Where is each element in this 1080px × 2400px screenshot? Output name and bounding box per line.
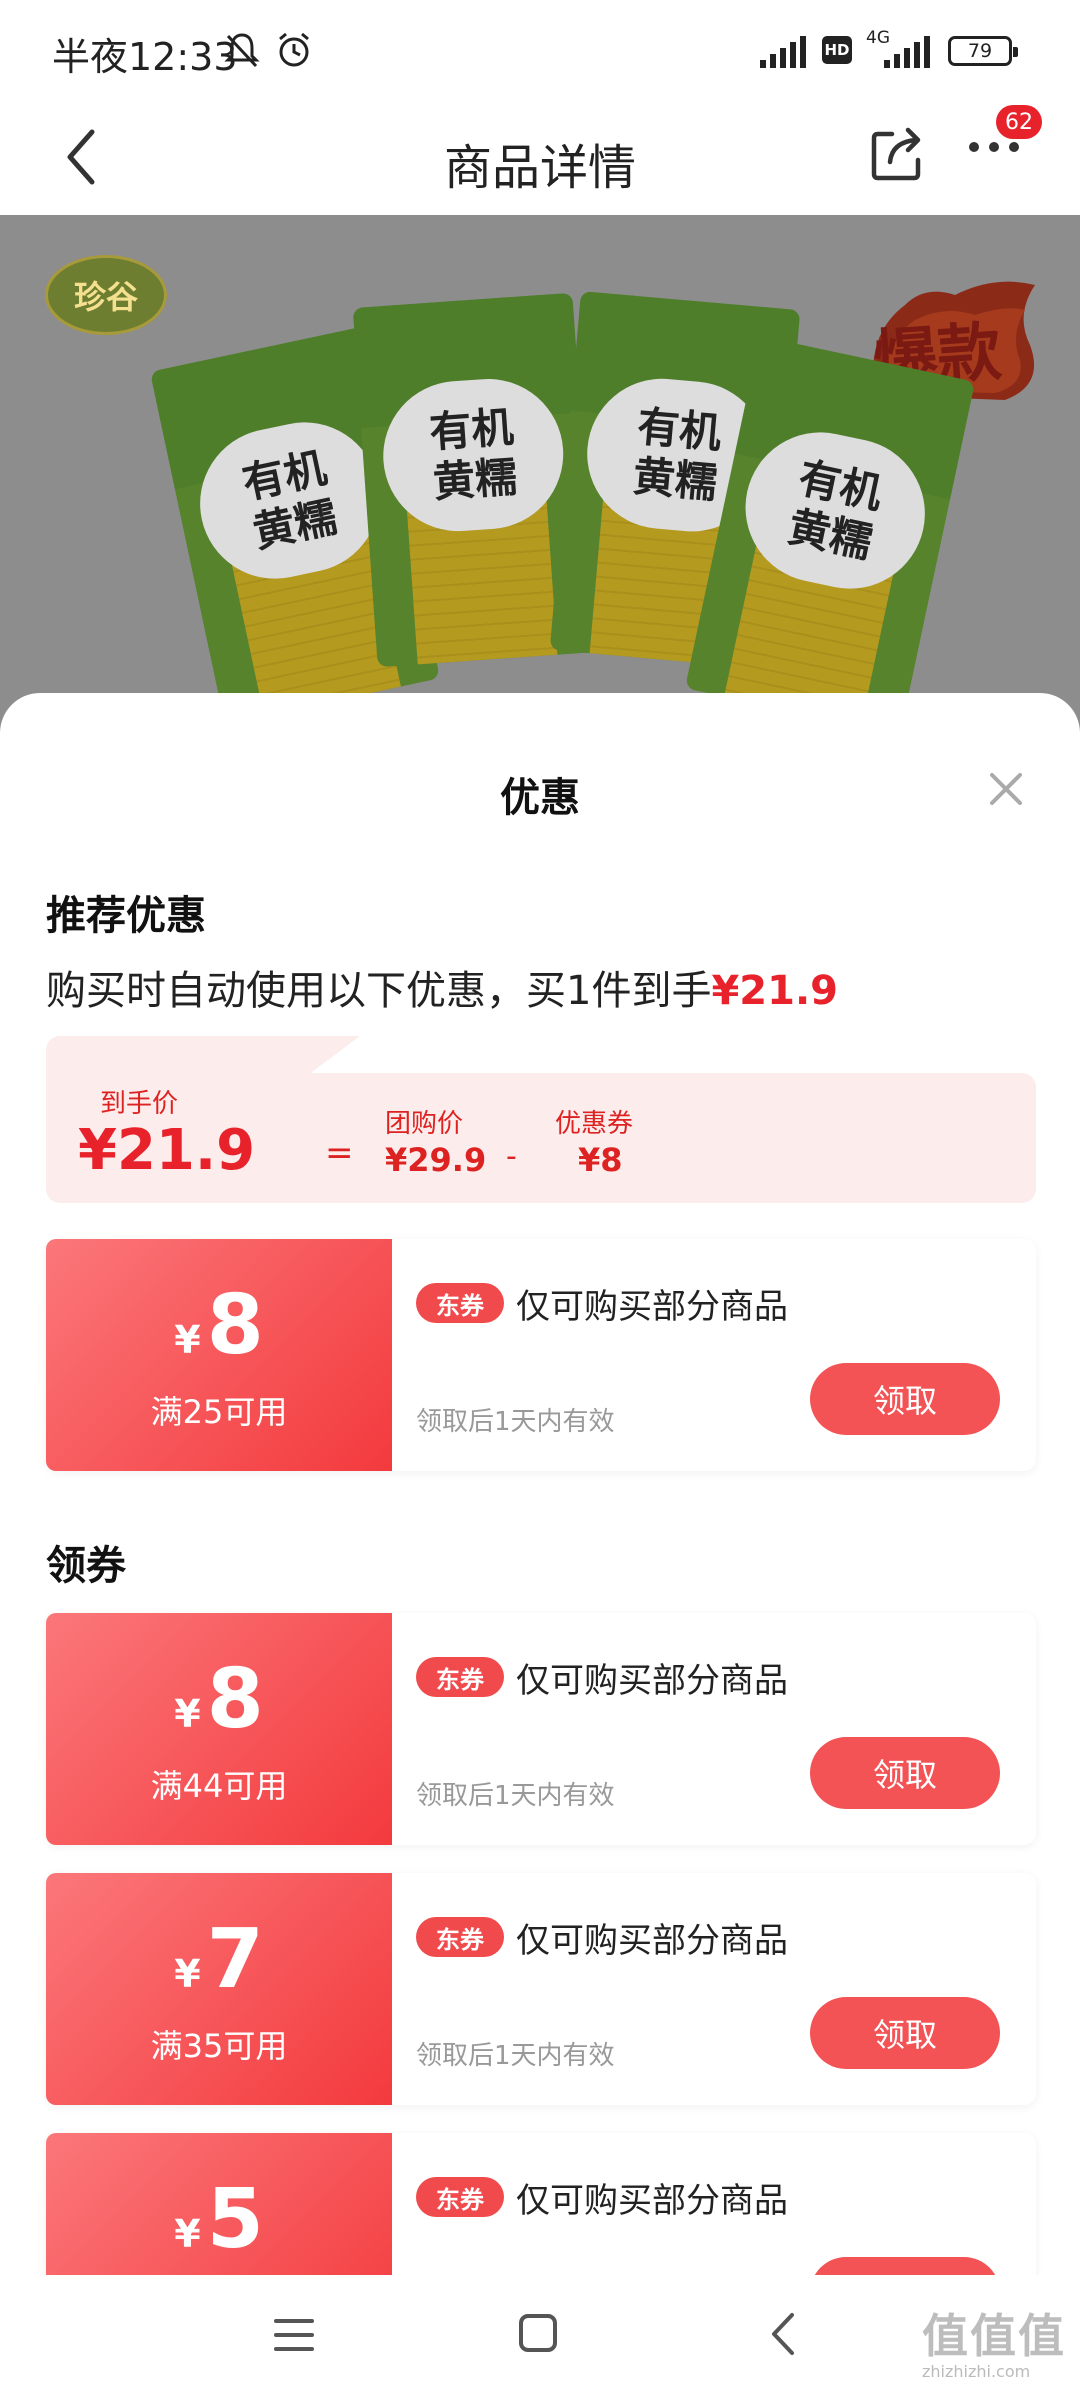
coupon-amount-value: 5: [206, 2172, 264, 2267]
final-price-label: 到手价: [100, 1089, 179, 1119]
coupon-type-tag: 东券: [416, 2177, 504, 2217]
coupon-description: 仅可购买部分商品: [516, 2181, 788, 2221]
group-price-label: 团购价: [385, 1109, 464, 1139]
claim-coupon-button[interactable]: 领取: [810, 2257, 1000, 2275]
group-price: ¥29.9: [385, 1141, 487, 1179]
coupon-value-panel: ¥8 满25可用: [46, 1239, 392, 1471]
home-icon[interactable]: [516, 2311, 560, 2355]
final-price: ¥21.9: [78, 1118, 256, 1183]
recommended-desc-text: 购买时自动使用以下优惠，买1件到手: [46, 968, 712, 1014]
coupon-condition: 满35可用: [150, 2027, 288, 2065]
yen-symbol: ¥: [174, 1952, 201, 1996]
hd-badge: HD: [822, 36, 852, 64]
recommended-desc-price: ¥21.9: [711, 968, 838, 1014]
system-nav-bar: [0, 2275, 1080, 2400]
minus-sign: -: [506, 1139, 517, 1174]
coupon-amount: ¥5: [46, 2175, 392, 2275]
product-image: 珍谷 爆款 有机 黄糯 有机 黄糯 有机 黄糯 有机 黄糯: [0, 215, 1080, 745]
message-count-badge: 62: [996, 105, 1042, 139]
coupon-amount-value: 8: [206, 1652, 264, 1747]
claim-coupon-button[interactable]: 领取: [810, 1363, 1000, 1435]
coupon-value-label: 优惠券: [555, 1109, 634, 1139]
coupon-amount: ¥7: [46, 1915, 392, 2019]
watermark-logo: 值值值: [922, 2309, 1066, 2363]
signal-icon: [884, 36, 930, 68]
coupon-amount-value: 8: [206, 1278, 264, 1373]
coupon-value: ¥8: [578, 1141, 623, 1179]
sheet-title: 优惠: [500, 775, 580, 821]
alarm-icon: [279, 32, 309, 67]
claim-section-title: 领券: [46, 1543, 126, 1589]
nav-bar: 商品详情 62: [0, 100, 1080, 215]
claim-coupon-button[interactable]: 领取: [810, 1737, 1000, 1809]
recommended-section-title: 推荐优惠: [46, 893, 206, 939]
status-time: 半夜12:33: [52, 35, 238, 79]
claim-coupon-button[interactable]: 领取: [810, 1997, 1000, 2069]
coupon-type-tag: 东券: [416, 1283, 504, 1323]
coupon-card: ¥8 满44可用 东券 仅可购买部分商品 领取后1天内有效 领取: [46, 1613, 1036, 1845]
yen-symbol: ¥: [174, 1318, 201, 1362]
equals-sign: =: [325, 1133, 354, 1173]
coupon-card: ¥8 满25可用 东券 仅可购买部分商品 领取后1天内有效 领取: [46, 1239, 1036, 1471]
yen-symbol: ¥: [174, 2212, 201, 2256]
coupon-description: 仅可购买部分商品: [516, 1661, 788, 1701]
coupon-value-panel: ¥7 满35可用: [46, 1873, 392, 2105]
coupon-type-tag: 东券: [416, 1657, 504, 1697]
coupon-amount-value: 7: [206, 1912, 264, 2007]
coupon-description: 仅可购买部分商品: [516, 1287, 788, 1327]
coupon-condition: 满44可用: [150, 1767, 288, 1805]
coupon-amount: ¥8: [46, 1655, 392, 1759]
status-bar: 半夜12:33 HD 4G 79: [0, 0, 1080, 100]
site-watermark: 值值值 zhizhizhi.com: [922, 2300, 1072, 2381]
coupon-description: 仅可购买部分商品: [516, 1921, 788, 1961]
share-icon[interactable]: [868, 120, 928, 184]
coupon-value-panel: ¥8 满44可用: [46, 1613, 392, 1845]
coupon-validity: 领取后1天内有效: [416, 1407, 615, 1437]
coupon-value-panel: ¥5: [46, 2133, 392, 2275]
yen-symbol: ¥: [174, 1692, 201, 1736]
brand-logo: 珍谷: [45, 255, 167, 335]
signal-icon: [760, 36, 806, 68]
coupon-type-tag: 东券: [416, 1917, 504, 1957]
coupon-card: ¥7 满35可用 东券 仅可购买部分商品 领取后1天内有效 领取: [46, 1873, 1036, 2105]
system-back-icon[interactable]: [766, 2309, 800, 2359]
battery-indicator: 79: [948, 36, 1018, 66]
coupon-amount: ¥8: [46, 1281, 392, 1385]
recent-apps-icon[interactable]: [272, 2313, 316, 2357]
coupon-validity: 领取后1天内有效: [416, 2041, 615, 2071]
discount-sheet: 优惠 推荐优惠 购买时自动使用以下优惠，买1件到手¥21.9 到手价 ¥21.9…: [0, 693, 1080, 2275]
coupon-condition: 满25可用: [150, 1393, 288, 1431]
coupon-validity: 领取后1天内有效: [416, 1781, 615, 1811]
coupon-card: ¥5 东券 仅可购买部分商品 领取: [46, 2133, 1036, 2275]
close-icon[interactable]: [988, 771, 1024, 807]
bell-muted-icon: [224, 33, 260, 68]
recommended-description: 购买时自动使用以下优惠，买1件到手¥21.9: [46, 958, 838, 1016]
